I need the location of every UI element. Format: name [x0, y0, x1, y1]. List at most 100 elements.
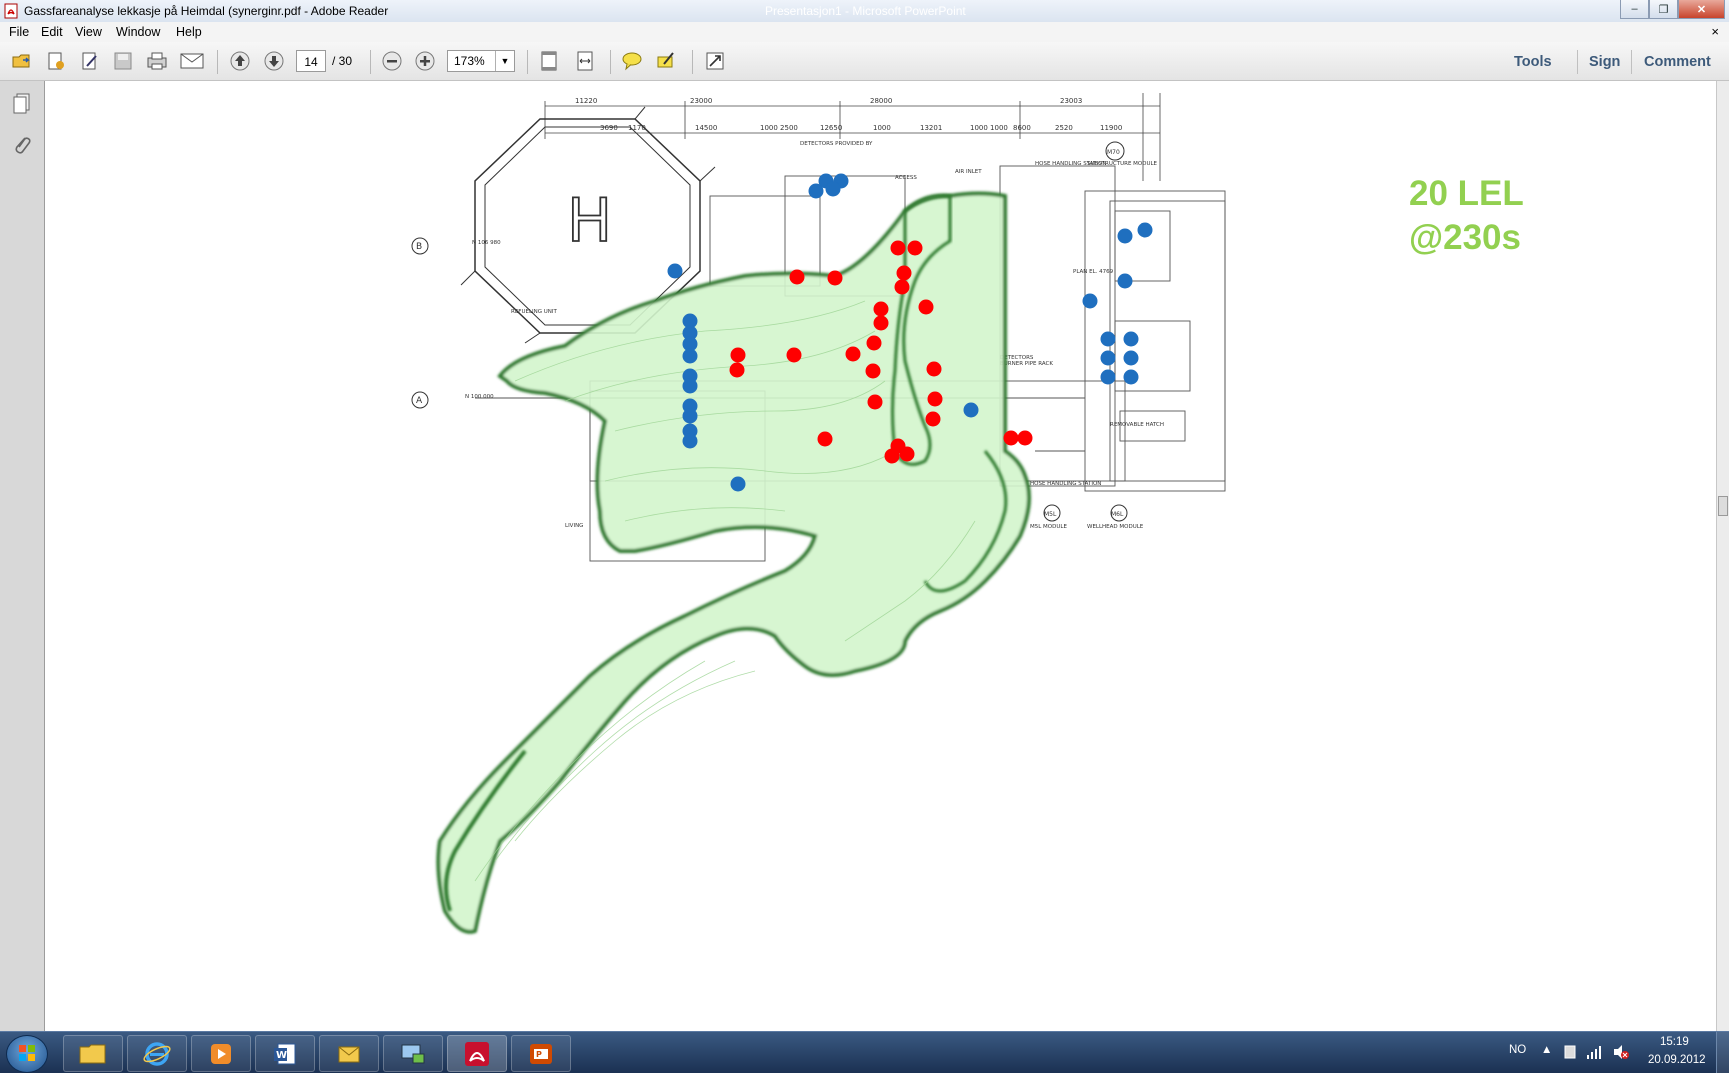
print-icon[interactable]: [145, 50, 169, 72]
blue-detector-marker: [1123, 369, 1139, 385]
blue-detector-marker: [730, 476, 746, 492]
minimize-button[interactable]: –: [1620, 0, 1649, 19]
lel-overlay-label: 20 LEL @230s: [1409, 172, 1524, 260]
tray-device-icon[interactable]: [1563, 1044, 1577, 1060]
drawing-label: BURNER PIPE RACK: [1000, 361, 1053, 367]
adobe-reader-icon: [465, 1041, 489, 1066]
taskbar-media-player[interactable]: [191, 1035, 251, 1072]
blue-detector-marker: [1137, 222, 1153, 238]
grid-marker: M70: [1107, 149, 1120, 156]
drawing-label: REFUELING UNIT: [511, 309, 558, 315]
taskbar-explorer[interactable]: [63, 1035, 123, 1072]
zoom-in-icon[interactable]: [413, 50, 437, 72]
toolbar: 14 / 30 173% ▼ Tools Sign Comment: [0, 42, 1729, 81]
red-detector-marker: [873, 301, 889, 317]
highlight-icon[interactable]: [654, 50, 678, 72]
full-screen-icon[interactable]: [703, 50, 727, 72]
attachments-icon[interactable]: [11, 133, 33, 157]
create-pdf-icon[interactable]: [44, 50, 68, 72]
chevron-down-icon[interactable]: ▼: [495, 51, 514, 71]
blue-detector-marker: [1123, 350, 1139, 366]
windows-logo-icon: [19, 1045, 35, 1061]
red-detector-marker: [845, 346, 861, 362]
dimension-value: 1000 2500: [760, 124, 798, 132]
next-page-icon[interactable]: [262, 50, 286, 72]
dimension-value: 11220: [575, 97, 597, 105]
page-number-input[interactable]: 14: [296, 50, 326, 72]
previous-page-icon[interactable]: [228, 50, 252, 72]
drawing-label: REMOVABLE HATCH: [1110, 422, 1164, 428]
taskbar-word[interactable]: W: [255, 1035, 315, 1072]
comment-link[interactable]: Comment: [1644, 54, 1711, 70]
language-indicator[interactable]: NO: [1509, 1044, 1526, 1056]
open-icon[interactable]: [10, 50, 34, 72]
red-detector-marker: [873, 315, 889, 331]
taskbar: W P NO ▲ 15:19 20.09.2012: [0, 1031, 1729, 1073]
adobe-reader-icon: [4, 3, 18, 19]
zoom-select[interactable]: 173% ▼: [447, 50, 515, 72]
grid-marker: B: [416, 242, 422, 252]
red-detector-marker: [866, 335, 882, 351]
taskbar-remote-desktop[interactable]: [383, 1035, 443, 1072]
toolbar-divider: [1577, 50, 1578, 74]
toolbar-divider: [1631, 50, 1632, 74]
fit-page-icon[interactable]: [537, 50, 561, 72]
menu-window[interactable]: Window: [116, 25, 160, 39]
blue-detector-marker: [825, 181, 841, 197]
gas-cloud: [436, 191, 1031, 934]
menu-help[interactable]: Help: [176, 25, 202, 39]
outlook-icon: [338, 1046, 360, 1062]
background-window-title: Presentasjon1 - Microsoft PowerPoint: [765, 4, 966, 18]
page-thumbnails-icon[interactable]: [11, 92, 33, 116]
taskbar-adobe-reader[interactable]: [447, 1035, 507, 1072]
blue-detector-marker: [1117, 273, 1133, 289]
red-detector-marker: [865, 363, 881, 379]
fit-width-icon[interactable]: [573, 50, 597, 72]
word-icon: W: [274, 1043, 296, 1064]
menu-edit[interactable]: Edit: [41, 25, 63, 39]
red-detector-marker: [907, 240, 923, 256]
zoom-out-icon[interactable]: [380, 50, 404, 72]
clock-date[interactable]: 20.09.2012: [1648, 1054, 1706, 1066]
scrollbar-thumb[interactable]: [1718, 496, 1728, 516]
taskbar-outlook[interactable]: [319, 1035, 379, 1072]
show-desktop-button[interactable]: [1716, 1032, 1729, 1073]
tools-link[interactable]: Tools: [1514, 54, 1552, 70]
volume-muted-icon[interactable]: [1612, 1044, 1630, 1060]
start-button[interactable]: [6, 1035, 48, 1073]
blue-detector-marker: [808, 183, 824, 199]
document-view[interactable]: 11220 23000 28000 23003 3690 1170 14500 …: [45, 81, 1716, 1031]
sign-link[interactable]: Sign: [1589, 54, 1620, 70]
menu-file[interactable]: File: [9, 25, 29, 39]
internet-explorer-icon: [143, 1041, 171, 1066]
dimension-value: 23003: [1060, 97, 1082, 105]
taskbar-internet-explorer[interactable]: [127, 1035, 187, 1072]
dimension-value: 3690: [600, 124, 618, 132]
drawing-label: SUBSTRUCTURE MODULE: [1087, 161, 1158, 167]
menu-view[interactable]: View: [75, 25, 102, 39]
toolbar-divider: [217, 50, 218, 74]
taskbar-powerpoint[interactable]: P: [511, 1035, 571, 1072]
dimension-value: 8600: [1013, 124, 1031, 132]
save-icon[interactable]: [111, 50, 135, 72]
red-detector-marker: [896, 265, 912, 281]
dimension-value: 1000: [873, 124, 891, 132]
powerpoint-icon: P: [530, 1043, 552, 1064]
edit-document-icon[interactable]: [78, 50, 102, 72]
navigation-pane: [0, 81, 45, 1031]
maximize-button[interactable]: ❐: [1649, 0, 1678, 19]
document-close-button[interactable]: ×: [1711, 24, 1719, 39]
email-icon[interactable]: [180, 50, 204, 72]
network-icon[interactable]: [1586, 1044, 1602, 1060]
close-button[interactable]: ✕: [1678, 0, 1725, 19]
tray-expand-icon[interactable]: ▲: [1541, 1044, 1552, 1056]
toolbar-divider: [370, 50, 371, 74]
svg-text:W: W: [276, 1050, 287, 1061]
vertical-scrollbar[interactable]: [1716, 81, 1729, 1031]
helipad-symbol: H: [567, 186, 612, 256]
sticky-note-icon[interactable]: [620, 50, 644, 72]
clock-time[interactable]: 15:19: [1660, 1036, 1689, 1048]
drawing-label: HOSE HANDLING STATION: [1030, 481, 1101, 487]
dimension-values: 11220 23000 28000 23003 3690 1170 14500 …: [575, 97, 1122, 132]
blue-detector-marker: [1100, 369, 1116, 385]
